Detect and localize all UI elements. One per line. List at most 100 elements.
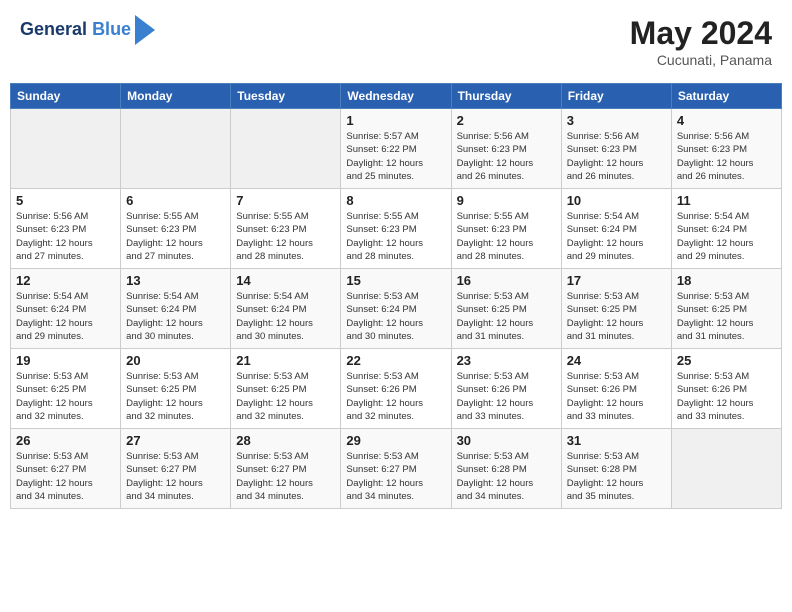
day-info: Sunrise: 5:53 AM Sunset: 6:25 PM Dayligh… xyxy=(236,370,335,423)
location-subtitle: Cucunati, Panama xyxy=(630,52,772,68)
day-info: Sunrise: 5:53 AM Sunset: 6:27 PM Dayligh… xyxy=(236,450,335,503)
day-info: Sunrise: 5:57 AM Sunset: 6:22 PM Dayligh… xyxy=(346,130,445,183)
calendar-cell: 28 Sunrise: 5:53 AM Sunset: 6:27 PM Dayli… xyxy=(231,429,341,509)
day-number: 1 xyxy=(346,113,445,128)
day-info: Sunrise: 5:53 AM Sunset: 6:27 PM Dayligh… xyxy=(126,450,225,503)
day-number: 18 xyxy=(677,273,776,288)
day-info: Sunrise: 5:53 AM Sunset: 6:25 PM Dayligh… xyxy=(677,290,776,343)
day-header-sunday: Sunday xyxy=(11,84,121,109)
day-number: 13 xyxy=(126,273,225,288)
day-number: 8 xyxy=(346,193,445,208)
day-number: 10 xyxy=(567,193,666,208)
calendar-cell: 8 Sunrise: 5:55 AM Sunset: 6:23 PM Daylig… xyxy=(341,189,451,269)
calendar-cell: 2 Sunrise: 5:56 AM Sunset: 6:23 PM Daylig… xyxy=(451,109,561,189)
logo-icon xyxy=(135,15,155,45)
day-number: 22 xyxy=(346,353,445,368)
day-info: Sunrise: 5:53 AM Sunset: 6:28 PM Dayligh… xyxy=(457,450,556,503)
calendar-cell: 31 Sunrise: 5:53 AM Sunset: 6:28 PM Dayli… xyxy=(561,429,671,509)
day-header-friday: Friday xyxy=(561,84,671,109)
day-info: Sunrise: 5:53 AM Sunset: 6:26 PM Dayligh… xyxy=(346,370,445,423)
day-number: 29 xyxy=(346,433,445,448)
day-number: 2 xyxy=(457,113,556,128)
day-info: Sunrise: 5:53 AM Sunset: 6:27 PM Dayligh… xyxy=(16,450,115,503)
header-row: SundayMondayTuesdayWednesdayThursdayFrid… xyxy=(11,84,782,109)
calendar-cell: 11Sunrise: 5:54 AM Sunset: 6:24 PM Dayli… xyxy=(671,189,781,269)
day-number: 21 xyxy=(236,353,335,368)
day-number: 12 xyxy=(16,273,115,288)
calendar-cell: 9Sunrise: 5:55 AM Sunset: 6:23 PM Daylig… xyxy=(451,189,561,269)
day-number: 6 xyxy=(126,193,225,208)
day-info: Sunrise: 5:53 AM Sunset: 6:25 PM Dayligh… xyxy=(16,370,115,423)
calendar-cell: 7Sunrise: 5:55 AM Sunset: 6:23 PM Daylig… xyxy=(231,189,341,269)
day-number: 23 xyxy=(457,353,556,368)
day-header-tuesday: Tuesday xyxy=(231,84,341,109)
calendar-cell: 4 Sunrise: 5:56 AM Sunset: 6:23 PM Daylig… xyxy=(671,109,781,189)
logo-text: General Blue xyxy=(20,20,131,40)
calendar-week-5: 26 Sunrise: 5:53 AM Sunset: 6:27 PM Dayli… xyxy=(11,429,782,509)
calendar-cell: 26 Sunrise: 5:53 AM Sunset: 6:27 PM Dayli… xyxy=(11,429,121,509)
calendar-cell: 5 Sunrise: 5:56 AM Sunset: 6:23 PM Daylig… xyxy=(11,189,121,269)
day-info: Sunrise: 5:53 AM Sunset: 6:25 PM Dayligh… xyxy=(457,290,556,343)
day-info: Sunrise: 5:53 AM Sunset: 6:24 PM Dayligh… xyxy=(346,290,445,343)
day-info: Sunrise: 5:55 AM Sunset: 6:23 PM Dayligh… xyxy=(126,210,225,263)
calendar-cell: 24 Sunrise: 5:53 AM Sunset: 6:26 PM Dayli… xyxy=(561,349,671,429)
day-info: Sunrise: 5:53 AM Sunset: 6:26 PM Dayligh… xyxy=(677,370,776,423)
day-number: 31 xyxy=(567,433,666,448)
calendar-cell: 18 Sunrise: 5:53 AM Sunset: 6:25 PM Dayli… xyxy=(671,269,781,349)
calendar-cell: 16 Sunrise: 5:53 AM Sunset: 6:25 PM Dayli… xyxy=(451,269,561,349)
day-info: Sunrise: 5:56 AM Sunset: 6:23 PM Dayligh… xyxy=(16,210,115,263)
day-info: Sunrise: 5:53 AM Sunset: 6:28 PM Dayligh… xyxy=(567,450,666,503)
day-info: Sunrise: 5:53 AM Sunset: 6:26 PM Dayligh… xyxy=(567,370,666,423)
day-number: 14 xyxy=(236,273,335,288)
calendar-week-1: 1 Sunrise: 5:57 AM Sunset: 6:22 PM Daylig… xyxy=(11,109,782,189)
calendar-cell: 3 Sunrise: 5:56 AM Sunset: 6:23 PM Daylig… xyxy=(561,109,671,189)
day-number: 15 xyxy=(346,273,445,288)
month-title: May 2024 xyxy=(630,15,772,52)
day-number: 30 xyxy=(457,433,556,448)
calendar-cell: 14 Sunrise: 5:54 AM Sunset: 6:24 PM Dayli… xyxy=(231,269,341,349)
day-header-saturday: Saturday xyxy=(671,84,781,109)
day-number: 19 xyxy=(16,353,115,368)
calendar-cell: 6 Sunrise: 5:55 AM Sunset: 6:23 PM Daylig… xyxy=(121,189,231,269)
calendar-cell: 19 Sunrise: 5:53 AM Sunset: 6:25 PM Dayli… xyxy=(11,349,121,429)
day-info: Sunrise: 5:56 AM Sunset: 6:23 PM Dayligh… xyxy=(677,130,776,183)
title-block: May 2024 Cucunati, Panama xyxy=(630,15,772,68)
day-info: Sunrise: 5:55 AM Sunset: 6:23 PM Dayligh… xyxy=(346,210,445,263)
calendar-cell: 10Sunrise: 5:54 AM Sunset: 6:24 PM Dayli… xyxy=(561,189,671,269)
day-info: Sunrise: 5:54 AM Sunset: 6:24 PM Dayligh… xyxy=(677,210,776,263)
day-number: 7 xyxy=(236,193,335,208)
day-info: Sunrise: 5:54 AM Sunset: 6:24 PM Dayligh… xyxy=(126,290,225,343)
day-number: 3 xyxy=(567,113,666,128)
day-info: Sunrise: 5:56 AM Sunset: 6:23 PM Dayligh… xyxy=(457,130,556,183)
day-number: 24 xyxy=(567,353,666,368)
day-info: Sunrise: 5:56 AM Sunset: 6:23 PM Dayligh… xyxy=(567,130,666,183)
day-number: 26 xyxy=(16,433,115,448)
day-number: 17 xyxy=(567,273,666,288)
calendar-cell: 13 Sunrise: 5:54 AM Sunset: 6:24 PM Dayli… xyxy=(121,269,231,349)
day-info: Sunrise: 5:53 AM Sunset: 6:26 PM Dayligh… xyxy=(457,370,556,423)
calendar-cell: 29Sunrise: 5:53 AM Sunset: 6:27 PM Dayli… xyxy=(341,429,451,509)
logo: General Blue xyxy=(20,15,155,45)
day-header-wednesday: Wednesday xyxy=(341,84,451,109)
calendar-cell: 23 Sunrise: 5:53 AM Sunset: 6:26 PM Dayli… xyxy=(451,349,561,429)
day-number: 9 xyxy=(457,193,556,208)
calendar-cell: 27 Sunrise: 5:53 AM Sunset: 6:27 PM Dayli… xyxy=(121,429,231,509)
day-info: Sunrise: 5:53 AM Sunset: 6:25 PM Dayligh… xyxy=(567,290,666,343)
calendar-cell: 15 Sunrise: 5:53 AM Sunset: 6:24 PM Dayli… xyxy=(341,269,451,349)
day-number: 20 xyxy=(126,353,225,368)
day-number: 25 xyxy=(677,353,776,368)
calendar-cell: 21 Sunrise: 5:53 AM Sunset: 6:25 PM Dayli… xyxy=(231,349,341,429)
calendar-cell: 30 Sunrise: 5:53 AM Sunset: 6:28 PM Dayli… xyxy=(451,429,561,509)
day-number: 16 xyxy=(457,273,556,288)
day-number: 27 xyxy=(126,433,225,448)
calendar-cell xyxy=(231,109,341,189)
day-number: 5 xyxy=(16,193,115,208)
calendar-cell xyxy=(671,429,781,509)
calendar-week-3: 12 Sunrise: 5:54 AM Sunset: 6:24 PM Dayli… xyxy=(11,269,782,349)
day-number: 4 xyxy=(677,113,776,128)
calendar-cell: 20 Sunrise: 5:53 AM Sunset: 6:25 PM Dayli… xyxy=(121,349,231,429)
day-header-monday: Monday xyxy=(121,84,231,109)
day-info: Sunrise: 5:53 AM Sunset: 6:25 PM Dayligh… xyxy=(126,370,225,423)
day-info: Sunrise: 5:54 AM Sunset: 6:24 PM Dayligh… xyxy=(236,290,335,343)
day-number: 28 xyxy=(236,433,335,448)
